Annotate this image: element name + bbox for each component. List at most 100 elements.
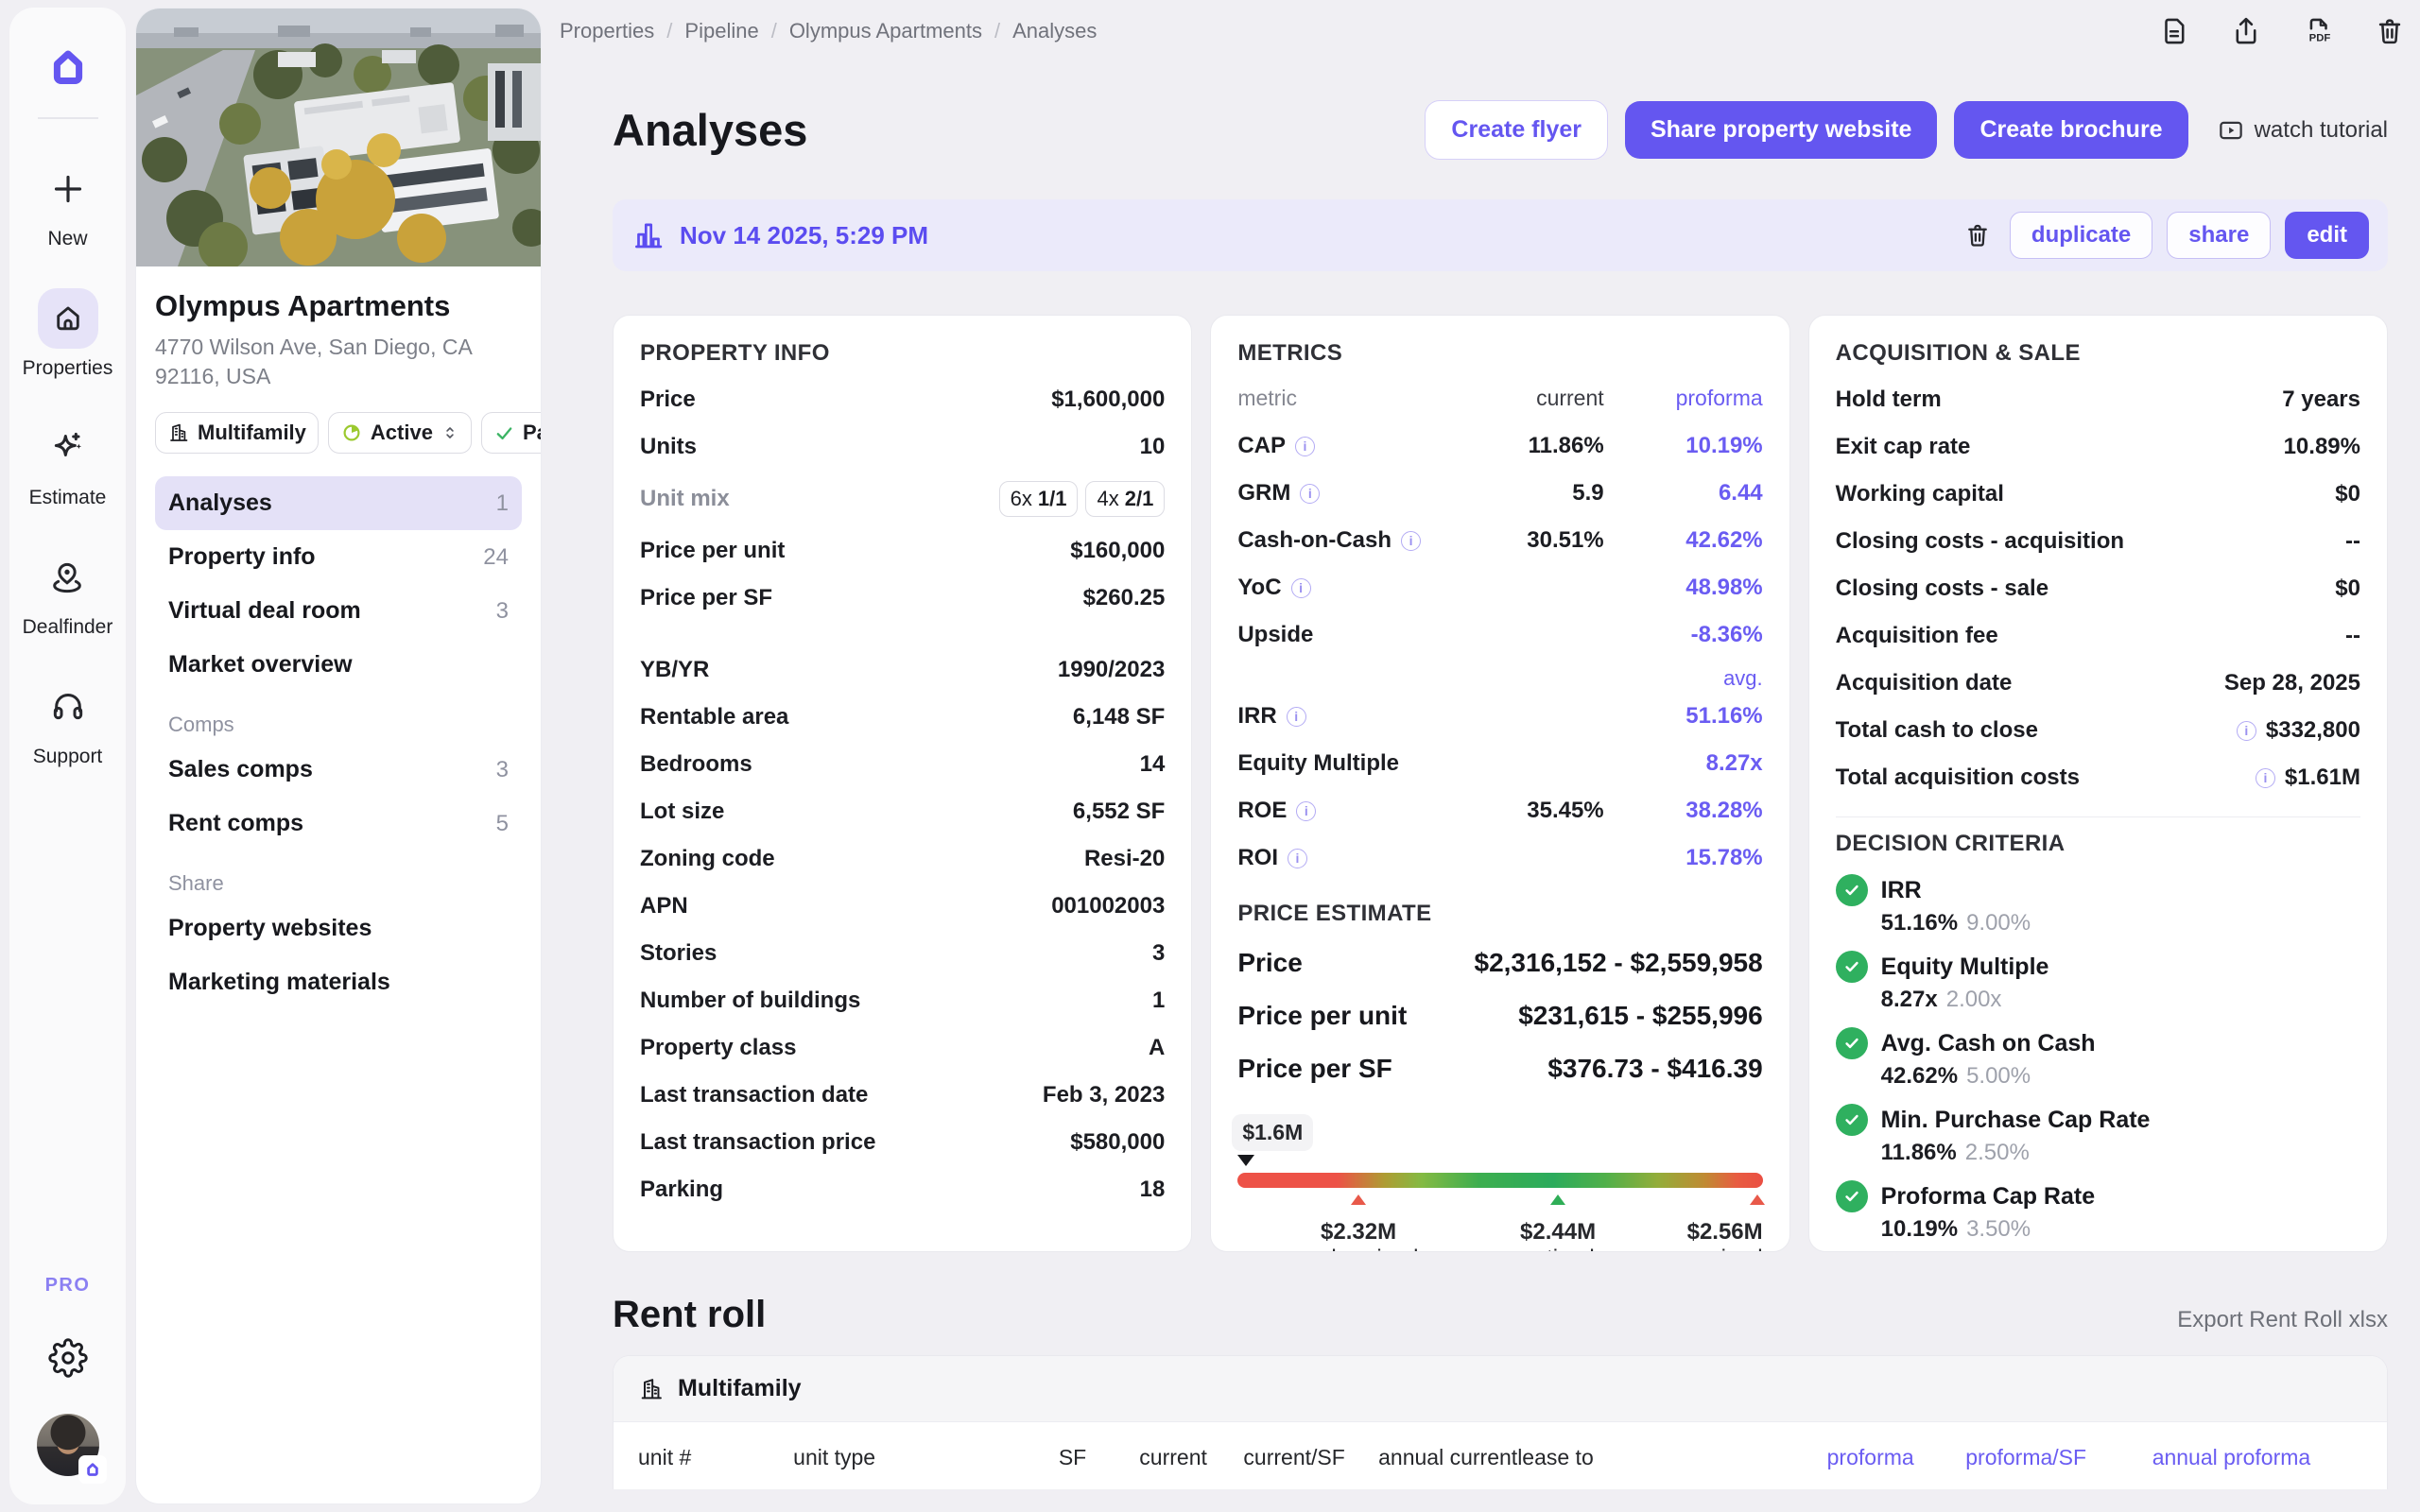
rail-divider — [37, 117, 98, 119]
price-marker-label: $2.56M overpriced — [1657, 1219, 1763, 1251]
check-circle-icon — [1835, 874, 1868, 906]
rail-item-estimate[interactable]: Estimate — [29, 418, 106, 509]
divider — [1835, 816, 2360, 817]
unit-mix-row: Unit mix 6x 1/1 4x 2/1 — [640, 471, 1166, 527]
plus-icon — [38, 159, 98, 219]
criteria-item: IRR 51.16% 9.00% — [1835, 874, 2360, 936]
analysis-row[interactable]: Nov 14 2025, 5:29 PM duplicate share edi… — [613, 199, 2388, 271]
breadcrumb: PropertiesPipelineOlympus ApartmentsAnal… — [560, 19, 1097, 43]
unit-mix-pill: 6x 1/1 — [998, 481, 1079, 517]
video-icon — [2219, 121, 2242, 139]
chart-icon — [635, 223, 663, 249]
headset-icon — [38, 677, 98, 737]
metric-row: YoC 48.98% — [1237, 564, 1762, 611]
price-marker-triangle — [1351, 1194, 1367, 1205]
document-icon[interactable] — [2158, 15, 2190, 47]
info-icon[interactable] — [1286, 706, 1306, 727]
breadcrumb-item[interactable]: Pipeline — [684, 19, 788, 43]
price-estimate-row: Price per SF $376.73 - $416.39 — [1237, 1054, 1763, 1083]
duplicate-button[interactable]: duplicate — [2009, 212, 2153, 259]
rail-item-properties[interactable]: Properties — [23, 288, 112, 380]
property-info-row: Last transaction price $580,000 — [640, 1129, 1166, 1155]
pro-badge: PRO — [44, 1275, 91, 1296]
home-icon — [37, 288, 98, 349]
status-badge[interactable]: Active — [327, 412, 472, 455]
building-icon — [170, 423, 188, 441]
edit-button[interactable]: edit — [2285, 212, 2369, 259]
criteria-item: Proforma Cap Rate 10.19% 3.50% — [1835, 1180, 2360, 1243]
share-property-website-button[interactable]: Share property website — [1624, 101, 1938, 159]
info-icon[interactable] — [1288, 848, 1307, 868]
acquisition-row: Total acquisition costs $1.61M — [1836, 754, 2360, 801]
property-title: Olympus Apartments — [155, 289, 451, 322]
badge-row: Multifamily Active Pass — [155, 412, 541, 455]
column-header: lease to — [1517, 1445, 1594, 1469]
trash-icon[interactable] — [2374, 15, 2406, 47]
create-flyer-button[interactable]: Create flyer — [1425, 100, 1608, 160]
criteria-item: Equity Multiple 8.27x 2.00x — [1835, 951, 2360, 1013]
rail-item-support[interactable]: Support — [33, 677, 102, 768]
info-icon[interactable] — [1401, 530, 1422, 551]
criteria-item: Min. Purchase Cap Rate 11.86% 2.50% — [1835, 1104, 2360, 1166]
breadcrumb-item[interactable]: Olympus Apartments — [789, 19, 1012, 43]
avatar-home-badge-icon — [78, 1455, 107, 1484]
info-icon[interactable] — [1290, 577, 1311, 598]
property-sidebar: Olympus Apartments 4770 Wilson Ave, San … — [135, 8, 542, 1504]
column-header: unit type — [793, 1445, 876, 1469]
property-info-row: Price $1,600,000 — [640, 387, 1166, 412]
user-avatar[interactable] — [36, 1414, 107, 1484]
watch-tutorial-link[interactable]: watch tutorial — [2217, 116, 2388, 145]
share-section-label: Share — [168, 871, 224, 896]
home-logo-icon — [53, 50, 82, 85]
nav-rail: New Properties Estimate Dealfinder Suppo… — [9, 8, 126, 1504]
sidebar-menu-item[interactable]: Rent comps 5 — [155, 797, 522, 850]
acquisition-row: Acquisition date Sep 28, 2025 — [1835, 670, 2360, 696]
info-icon[interactable] — [1300, 483, 1321, 504]
price-marker-triangle — [1750, 1194, 1766, 1205]
sidebar-menu-item[interactable]: Sales comps 3 — [155, 743, 522, 797]
rail-item-dealfinder[interactable]: Dealfinder — [23, 547, 112, 639]
sidebar-menu-item[interactable]: Property info 24 — [155, 530, 522, 584]
property-photo — [136, 9, 541, 266]
pdf-icon[interactable]: PDF — [2302, 15, 2334, 47]
price-estimate-title: PRICE ESTIMATE — [1237, 901, 1432, 926]
metrics-title: METRICS — [1237, 340, 1343, 366]
check-circle-icon — [1835, 951, 1868, 983]
app-logo[interactable] — [41, 40, 95, 94]
info-icon[interactable] — [1295, 436, 1315, 456]
page-actions: PDF — [2158, 15, 2406, 47]
property-info-row: Price per SF $260.25 — [640, 585, 1166, 610]
share-button[interactable]: share — [2167, 212, 2272, 259]
export-rent-roll-link[interactable]: Export Rent Roll xlsx — [2177, 1307, 2388, 1333]
sidebar-menu-item[interactable]: Marketing materials — [155, 955, 522, 1009]
breadcrumb-item[interactable]: Analyses — [1012, 19, 1097, 43]
property-info-row: Stories 3 — [640, 940, 1166, 966]
property-info-row: Zoning code Resi-20 — [640, 846, 1166, 871]
settings-gear-icon[interactable] — [47, 1338, 88, 1378]
export-icon[interactable] — [2230, 15, 2262, 47]
create-brochure-button[interactable]: Create brochure — [1954, 101, 2188, 159]
map-pin-icon — [37, 547, 97, 608]
info-icon[interactable] — [2255, 767, 2275, 788]
info-icon[interactable] — [2236, 720, 2256, 741]
rail-item-new[interactable]: New — [38, 159, 98, 250]
acquisition-row: Working capital $0 — [1835, 481, 2360, 507]
building-icon — [641, 1378, 662, 1399]
metrics-header: metric current proforma — [1237, 386, 1763, 410]
column-header: proforma/SF — [1965, 1445, 2087, 1469]
screening-badge: Pass — [480, 412, 541, 455]
column-header: proforma — [1826, 1445, 1914, 1469]
delete-analysis-icon[interactable] — [1963, 221, 1992, 249]
sidebar-menu-item[interactable]: Property websites — [155, 902, 522, 955]
sidebar-menu-item[interactable]: Market overview — [155, 638, 522, 692]
breadcrumb-item[interactable]: Properties — [560, 19, 684, 43]
property-info-row: Property class A — [640, 1035, 1166, 1060]
pie-clock-icon — [343, 424, 360, 441]
column-header: annual current — [1378, 1445, 1518, 1469]
property-info-row: Parking 18 — [640, 1177, 1166, 1202]
info-icon[interactable] — [1296, 800, 1317, 821]
sidebar-menu-item[interactable]: Virtual deal room 3 — [155, 584, 522, 638]
sidebar-menu-item[interactable]: Analyses 1 — [155, 476, 522, 531]
property-info-title: PROPERTY INFO — [640, 340, 830, 366]
property-info-row: Price per unit $160,000 — [640, 538, 1166, 563]
